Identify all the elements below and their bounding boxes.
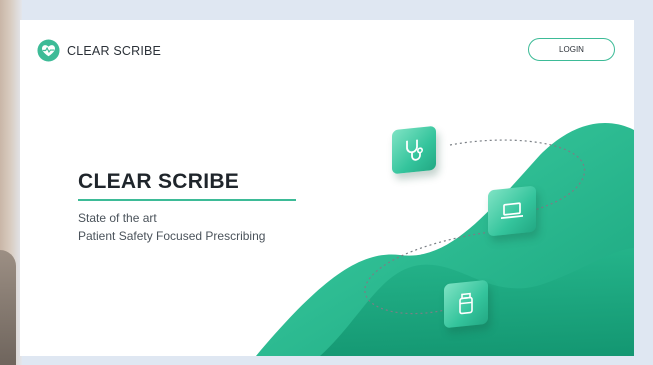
background-photo-shadow [0, 250, 16, 365]
landing-page: CLEAR SCRIBE LOGIN CLEAR SCRIBE State of… [20, 20, 634, 356]
hero-title: CLEAR SCRIBE [78, 170, 240, 193]
laptop-tile [488, 185, 536, 237]
heart-pulse-icon [37, 39, 60, 62]
brand-name: CLEAR SCRIBE [67, 43, 162, 58]
login-button[interactable]: LOGIN [528, 38, 615, 61]
medicine-bottle-icon [459, 292, 473, 315]
brand-logo[interactable]: CLEAR SCRIBE [37, 39, 161, 62]
stethoscope-icon [406, 139, 423, 161]
hero-underline [78, 199, 296, 201]
laptop-icon [501, 202, 523, 220]
medicine-bottle-tile [444, 279, 488, 329]
hero-subtitle-line-2: Patient Safety Focused Prescribing [78, 229, 266, 243]
hero-subtitle: State of the art Patient Safety Focused … [78, 209, 265, 245]
stethoscope-tile [392, 125, 436, 175]
hero-subtitle-line-1: State of the art [78, 211, 157, 225]
